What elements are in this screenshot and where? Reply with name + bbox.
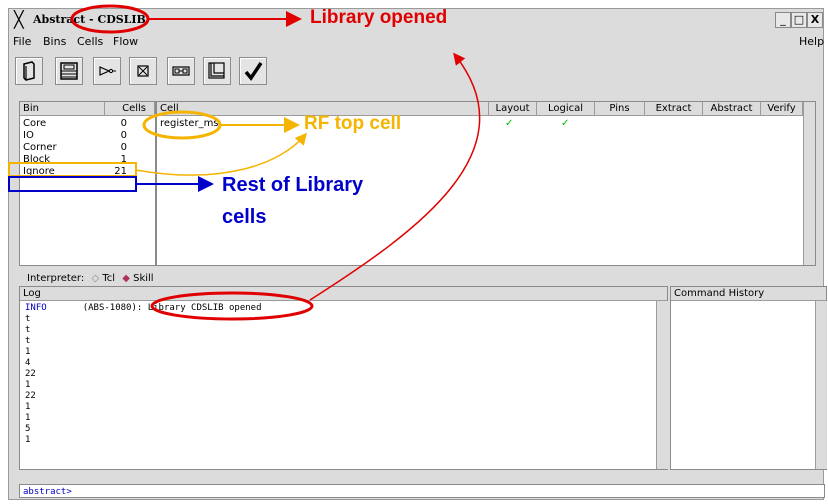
block-row-box [8, 162, 137, 177]
block-to-rf-arrow [135, 132, 307, 176]
rest-of-library-annotation: Rest of Library [222, 174, 364, 196]
annotation-overlay [8, 4, 481, 321]
title-highlight-ellipse [70, 4, 150, 34]
ignore-row-box [8, 176, 137, 192]
library-opened-annotation: Library opened [310, 7, 448, 28]
rest-of-library-annotation-line2: cells [222, 206, 267, 228]
log-highlight-ellipse [150, 291, 314, 321]
cell-highlight-ellipse [142, 110, 222, 140]
rf-top-cell-annotation: RF top cell [304, 113, 402, 134]
